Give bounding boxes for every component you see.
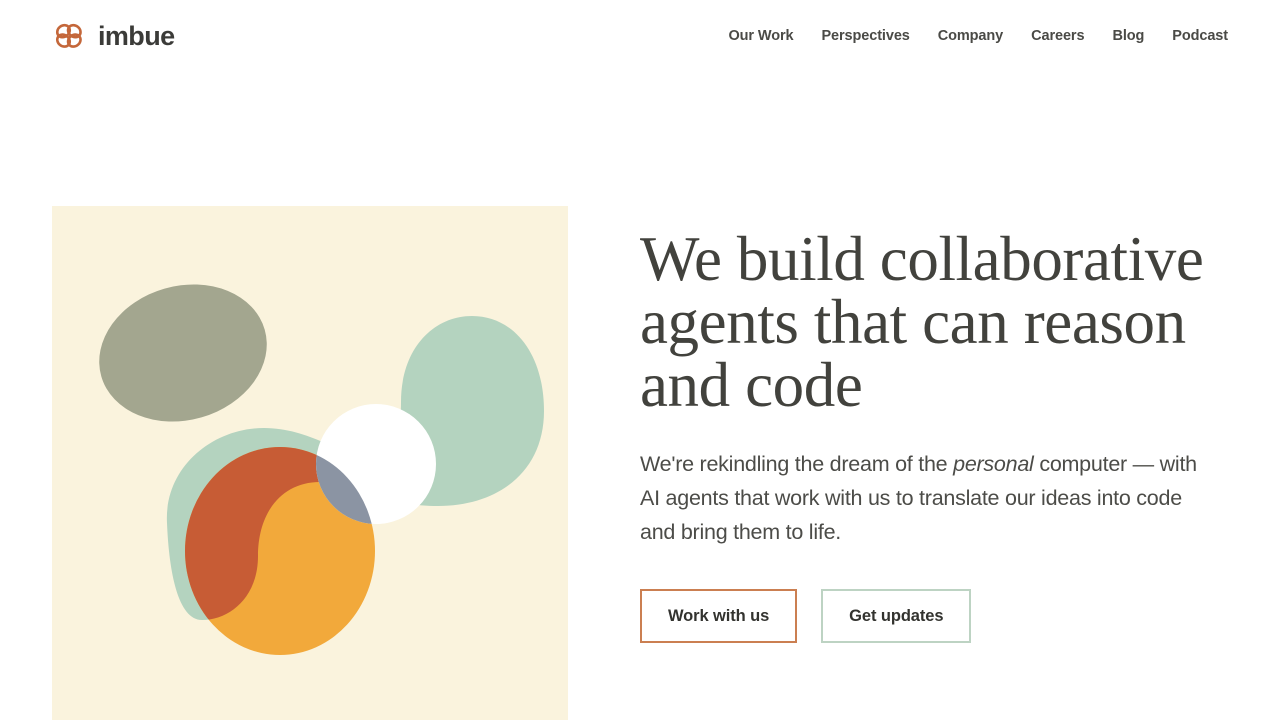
sage-grey-ellipse: [99, 284, 267, 422]
abstract-overlapping-shapes-illustration: [99, 284, 544, 655]
get-updates-button[interactable]: Get updates: [821, 589, 972, 643]
nav-item-company[interactable]: Company: [938, 28, 1003, 44]
imbue-knot-icon: [52, 21, 86, 51]
nav-item-blog[interactable]: Blog: [1112, 28, 1144, 44]
hero-illustration-panel: [52, 206, 568, 720]
hero-section: We build collaborative agents that can r…: [0, 206, 1280, 720]
main-navigation: Our Work Perspectives Company Careers Bl…: [728, 28, 1228, 44]
hero-subheadline-emphasis: personal: [953, 452, 1034, 476]
hero-action-buttons: Work with us Get updates: [640, 589, 1240, 643]
brand-wordmark: imbue: [98, 20, 175, 51]
hero-copy-column: We build collaborative agents that can r…: [640, 206, 1240, 643]
nav-item-our-work[interactable]: Our Work: [728, 28, 793, 44]
work-with-us-button[interactable]: Work with us: [640, 589, 798, 643]
hero-subheadline: We're rekindling the dream of the person…: [640, 447, 1215, 549]
nav-item-careers[interactable]: Careers: [1031, 28, 1084, 44]
site-header: imbue Our Work Perspectives Company Care…: [0, 0, 1280, 72]
brand-logo-link[interactable]: imbue: [52, 21, 175, 51]
hero-headline: We build collaborative agents that can r…: [640, 224, 1204, 420]
nav-item-perspectives[interactable]: Perspectives: [821, 28, 909, 44]
hero-subheadline-part1: We're rekindling the dream of the: [640, 452, 954, 476]
nav-item-podcast[interactable]: Podcast: [1172, 28, 1228, 44]
